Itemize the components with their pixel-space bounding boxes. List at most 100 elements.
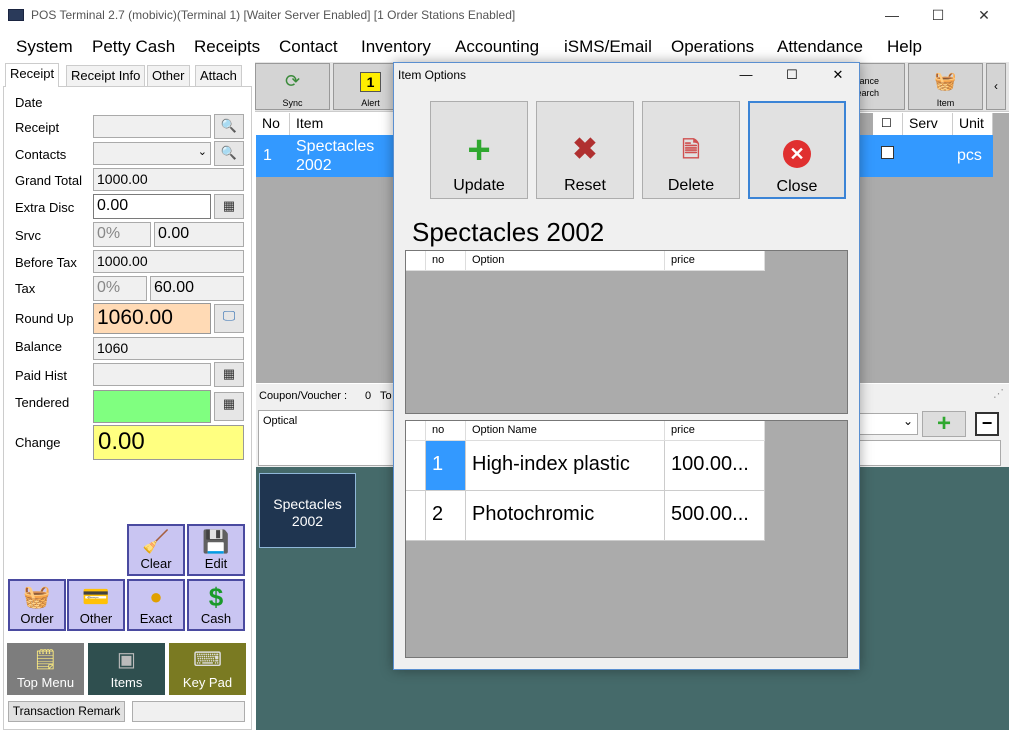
change-field: 0.00 <box>93 425 244 460</box>
document-delete-icon: 🗎 <box>682 137 700 162</box>
dialog-minimize-button[interactable]: — <box>723 63 769 87</box>
grand-total-field: 1000.00 <box>93 168 244 191</box>
menu-petty-cash[interactable]: Petty Cash <box>92 37 175 57</box>
calculator-icon: ▦ <box>222 198 236 213</box>
grid1-col-option[interactable]: Option <box>466 251 665 271</box>
tab-other[interactable]: Other <box>147 65 190 86</box>
title-bar: POS Terminal 2.7 (mobivic)(Terminal 1) [… <box>0 0 1009 30</box>
grid2-col-option-name[interactable]: Option Name <box>466 421 665 441</box>
receipt-tabs: Receipt Receipt Info Other Attach <box>3 63 252 87</box>
boxes-icon: ▣ <box>117 649 136 671</box>
tendered-label: Tendered <box>15 395 70 410</box>
toolbar-scroll-left-button[interactable]: ‹ <box>986 63 1006 110</box>
menu-help[interactable]: Help <box>887 37 922 57</box>
contacts-dropdown[interactable]: ⌄ <box>93 142 211 165</box>
tax-percent-field[interactable]: 0% <box>93 276 147 301</box>
chevron-down-icon: ⌄ <box>902 414 913 428</box>
dollar-icon: $ <box>208 582 224 612</box>
grid1-col-no[interactable]: no <box>426 251 466 271</box>
paid-hist-calculator-button[interactable]: ▦ <box>214 362 244 387</box>
srvc-percent-field[interactable]: 0% <box>93 222 151 247</box>
extra-disc-calculator-button[interactable]: ▦ <box>214 194 244 219</box>
key-pad-button[interactable]: ⌨ Key Pad <box>169 643 246 695</box>
reset-button[interactable]: ✖ Reset <box>536 101 634 199</box>
col-header-item[interactable]: Item <box>290 113 395 135</box>
delete-button[interactable]: 🗎 Delete <box>642 101 740 199</box>
window-title: POS Terminal 2.7 (mobivic)(Terminal 1) [… <box>31 8 516 22</box>
menu-attendance[interactable]: Attendance <box>777 37 863 57</box>
remark-text[interactable]: Optical <box>258 410 398 466</box>
close-button[interactable]: ✕ Close <box>748 101 846 199</box>
menu-isms-email[interactable]: iSMS/Email <box>564 37 652 57</box>
remove-button[interactable]: − <box>975 412 999 436</box>
extra-disc-field[interactable]: 0.00 <box>93 194 211 219</box>
remark-input[interactable] <box>836 440 1001 466</box>
menu-accounting[interactable]: Accounting <box>455 37 539 57</box>
row-header-cell[interactable] <box>406 491 426 541</box>
before-tax-field: 1000.00 <box>93 250 244 273</box>
tab-receipt-info[interactable]: Receipt Info <box>66 65 146 86</box>
option-row-1-name[interactable]: High-index plastic <box>466 441 665 491</box>
menu-operations[interactable]: Operations <box>671 37 754 57</box>
col-header-no[interactable]: No <box>256 113 290 135</box>
contacts-search-button[interactable]: 🔍 <box>214 141 244 166</box>
receipt-search-button[interactable]: 🔍 <box>214 114 244 139</box>
option-row-2-no[interactable]: 2 <box>426 491 466 541</box>
resize-grip-icon[interactable]: ⋰ <box>993 387 1004 400</box>
grid2-col-price[interactable]: price <box>665 421 765 441</box>
transaction-remark-field[interactable] <box>132 701 245 722</box>
update-button[interactable]: + Update <box>430 101 528 199</box>
maximize-button[interactable]: ☐ <box>915 0 961 30</box>
magnifier-icon: 🔍 <box>220 118 238 133</box>
other-payment-button[interactable]: 💳 Other <box>67 579 125 631</box>
exact-button[interactable]: ● Exact <box>127 579 185 631</box>
magnifier-icon: 🔍 <box>220 145 238 160</box>
close-window-button[interactable]: ✕ <box>961 0 1007 30</box>
option-row-1-price[interactable]: 100.00... <box>665 441 765 491</box>
minimize-button[interactable]: — <box>869 0 915 30</box>
edit-button[interactable]: 💾 Edit <box>187 524 245 576</box>
cash-button[interactable]: $ Cash <box>187 579 245 631</box>
row-checkbox[interactable] <box>881 146 894 159</box>
chevron-down-icon: ⌄ <box>197 146 207 158</box>
menu-system[interactable]: System <box>16 37 73 57</box>
order-button[interactable]: 🧺 Order <box>8 579 66 631</box>
menu-contact[interactable]: Contact <box>279 37 338 57</box>
tab-attach[interactable]: Attach <box>195 65 242 86</box>
minus-icon: − <box>981 413 993 433</box>
item-tile-spectacles[interactable]: Spectacles 2002 <box>259 473 356 548</box>
coupon-value: 0 <box>365 390 372 402</box>
option-row-2-name[interactable]: Photochromic <box>466 491 665 541</box>
tendered-field[interactable] <box>93 390 211 423</box>
row-no: 1 <box>263 147 272 164</box>
top-menu-button[interactable]: 🗒 Top Menu <box>7 643 84 695</box>
sync-button[interactable]: ⟳ Sync <box>255 63 330 110</box>
grid1-col-price[interactable]: price <box>665 251 765 271</box>
dialog-close-button[interactable]: ✕ <box>815 63 861 87</box>
grid2-col-no[interactable]: no <box>426 421 466 441</box>
tendered-calculator-button[interactable]: ▦ <box>214 392 244 421</box>
round-up-button[interactable]: 🖵 <box>214 304 244 333</box>
dialog-maximize-button[interactable]: ☐ <box>769 63 815 87</box>
col-header-serv[interactable]: Serv <box>903 113 953 135</box>
menu-inventory[interactable]: Inventory <box>361 37 431 57</box>
option-row-1-no[interactable]: 1 <box>426 441 466 491</box>
coupon-label: Coupon/Voucher : <box>259 390 348 402</box>
clear-button[interactable]: 🧹 Clear <box>127 524 185 576</box>
round-up-field[interactable]: 1060.00 <box>93 303 211 334</box>
item-button[interactable]: 🧺 Item <box>908 63 983 110</box>
col-header-select[interactable]: ☐ <box>873 113 903 135</box>
option-row-2-price[interactable]: 500.00... <box>665 491 765 541</box>
add-button[interactable]: + <box>922 411 966 437</box>
receipt-field[interactable] <box>93 115 211 138</box>
row-header-cell[interactable] <box>406 441 426 491</box>
items-button[interactable]: ▣ Items <box>88 643 165 695</box>
tab-receipt[interactable]: Receipt <box>5 63 60 87</box>
contacts-label: Contacts <box>15 147 67 162</box>
col-header-unit[interactable]: Unit <box>953 113 993 135</box>
coupon-to: To <box>380 390 392 402</box>
menu-receipts[interactable]: Receipts <box>194 37 260 57</box>
menu-bar: System Petty Cash Receipts Contact Inven… <box>0 34 1009 60</box>
card-terminal-icon: 💳 <box>82 584 110 609</box>
transaction-remark-button[interactable]: Transaction Remark <box>8 701 125 722</box>
